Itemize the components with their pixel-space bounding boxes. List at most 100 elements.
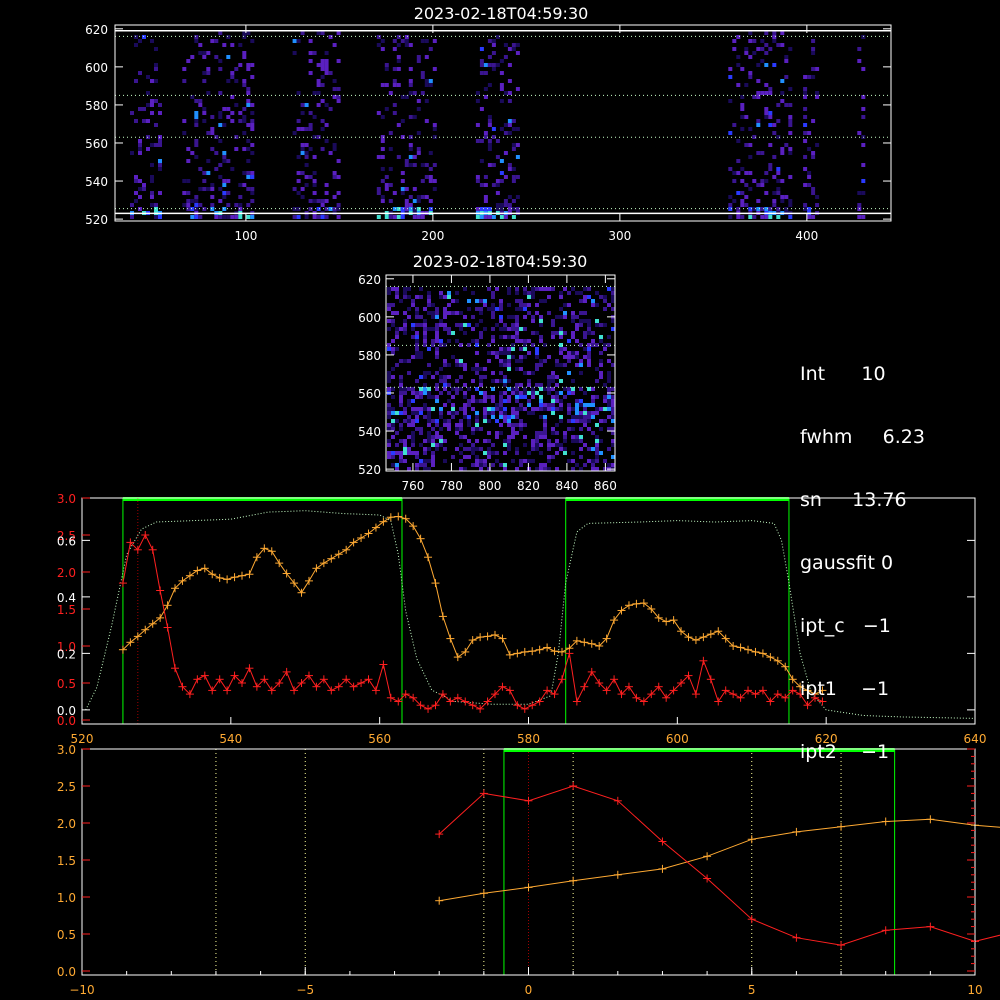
heatmap-cell	[784, 103, 789, 107]
heatmap-cell	[218, 199, 223, 203]
heatmap-cell	[443, 383, 447, 387]
heatmap-cell	[571, 331, 575, 335]
heatmap-cell	[499, 179, 504, 183]
x-tick-label: 800	[478, 479, 501, 493]
heatmap-cell	[403, 319, 407, 323]
heatmap-cell	[531, 447, 535, 451]
heatmap-cell	[423, 319, 427, 323]
heatmap-cell	[507, 63, 512, 67]
heatmap-cell	[391, 287, 395, 291]
heatmap-cell	[427, 299, 431, 303]
heatmap-cell	[611, 287, 615, 291]
heatmap-cell	[206, 67, 211, 71]
heatmap-cell	[539, 463, 543, 467]
heatmap-cell	[292, 131, 297, 135]
heatmap-cell	[392, 47, 397, 51]
heatmap-cell	[491, 183, 496, 187]
heatmap-cell	[555, 375, 559, 379]
heatmap-cell	[230, 167, 235, 171]
heatmap-cell	[463, 407, 467, 411]
heatmap-cell	[547, 383, 551, 387]
heatmap-cell	[384, 187, 389, 191]
heatmap-cell	[499, 307, 503, 311]
heatmap-cell	[487, 55, 492, 59]
heatmap-cell	[238, 215, 243, 219]
heatmap-cell	[491, 39, 496, 43]
heatmap-cell	[736, 83, 741, 87]
heatmap-cell	[772, 123, 777, 127]
heatmap-cell	[214, 215, 219, 219]
heatmap-cell	[312, 115, 317, 119]
heatmap-cell	[519, 423, 523, 427]
heatmap-cell	[300, 151, 305, 155]
y-tick-label: 600	[358, 311, 381, 325]
heatmap-cell	[503, 131, 508, 135]
heatmap-cell	[591, 403, 595, 407]
heatmap-cell	[250, 171, 255, 175]
heatmap-cell	[535, 287, 539, 291]
heatmap-cell	[756, 63, 761, 67]
heatmap-cell	[230, 95, 235, 99]
heatmap-cell	[803, 155, 808, 159]
heatmap-cell	[403, 311, 407, 315]
heatmap-cell	[543, 467, 547, 471]
heatmap-cell	[415, 351, 419, 355]
heatmap-cell	[416, 131, 421, 135]
heatmap-cell	[320, 31, 325, 35]
heatmap-cell	[543, 359, 547, 363]
heatmap-cell	[391, 351, 395, 355]
heatmap-cell	[399, 383, 403, 387]
heatmap-cell	[575, 439, 579, 443]
heatmap-cell	[511, 199, 516, 203]
heatmap-cell	[861, 143, 866, 147]
heatmap-cell	[447, 375, 451, 379]
heatmap-cell	[595, 407, 599, 411]
heatmap-cell	[423, 383, 427, 387]
heatmap-cell	[246, 215, 251, 219]
heatmap-cell	[587, 355, 591, 359]
heatmap-cell	[138, 139, 142, 143]
heatmap-cell	[732, 199, 737, 203]
heatmap-cell	[567, 411, 571, 415]
heatmap-cell	[539, 399, 543, 403]
heatmap-cell	[459, 423, 463, 427]
heatmap-cell	[535, 351, 539, 355]
heatmap-cell	[376, 111, 381, 115]
heatmap-cell	[479, 331, 483, 335]
info-key: ipt_c	[800, 615, 845, 637]
heatmap-cell	[503, 359, 507, 363]
heatmap-cell	[583, 331, 587, 335]
heatmap-cell	[531, 439, 535, 443]
heatmap-cell	[443, 315, 447, 319]
heatmap-cell	[420, 75, 425, 79]
heatmap-cell	[587, 295, 591, 299]
heatmap-cell	[760, 91, 765, 95]
heatmap-cell	[238, 203, 243, 207]
heatmap-cell	[395, 467, 399, 471]
heatmap-cell	[475, 307, 479, 311]
heatmap-cell	[424, 175, 429, 179]
heatmap-cell	[395, 291, 399, 295]
heatmap-cell	[435, 419, 439, 423]
heatmap-cell	[760, 151, 765, 155]
heatmap-cell	[527, 291, 531, 295]
heatmap-cell	[603, 459, 607, 463]
heatmap-cell	[463, 323, 467, 327]
heatmap-cell	[483, 175, 488, 179]
heatmap-cell	[555, 359, 559, 363]
heatmap-cell	[387, 455, 391, 459]
heatmap-cell	[519, 367, 523, 371]
heatmap-cell	[583, 407, 587, 411]
heatmap-cell	[744, 83, 749, 87]
heatmap-cell	[507, 79, 512, 83]
heatmap-cell	[499, 319, 503, 323]
heatmap-cell	[198, 215, 203, 219]
heatmap-cell	[475, 371, 479, 375]
heatmap-cell	[503, 175, 508, 179]
heatmap-cell	[507, 203, 512, 207]
heatmap-cell	[611, 307, 615, 311]
heatmap-cell	[388, 215, 393, 219]
heatmap-cell	[194, 111, 199, 115]
heatmap-cell	[190, 95, 195, 99]
x-tick-label: 640	[964, 732, 987, 746]
